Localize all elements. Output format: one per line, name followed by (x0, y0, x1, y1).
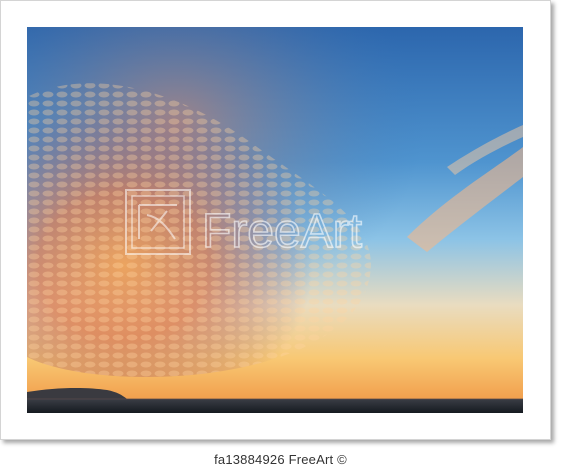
image-caption: fa13884926 FreeArt © (214, 452, 347, 467)
sea (27, 399, 523, 413)
sunset-sky-photo: FreeArt (27, 27, 523, 413)
watermark-text: FreeArt (202, 205, 362, 258)
